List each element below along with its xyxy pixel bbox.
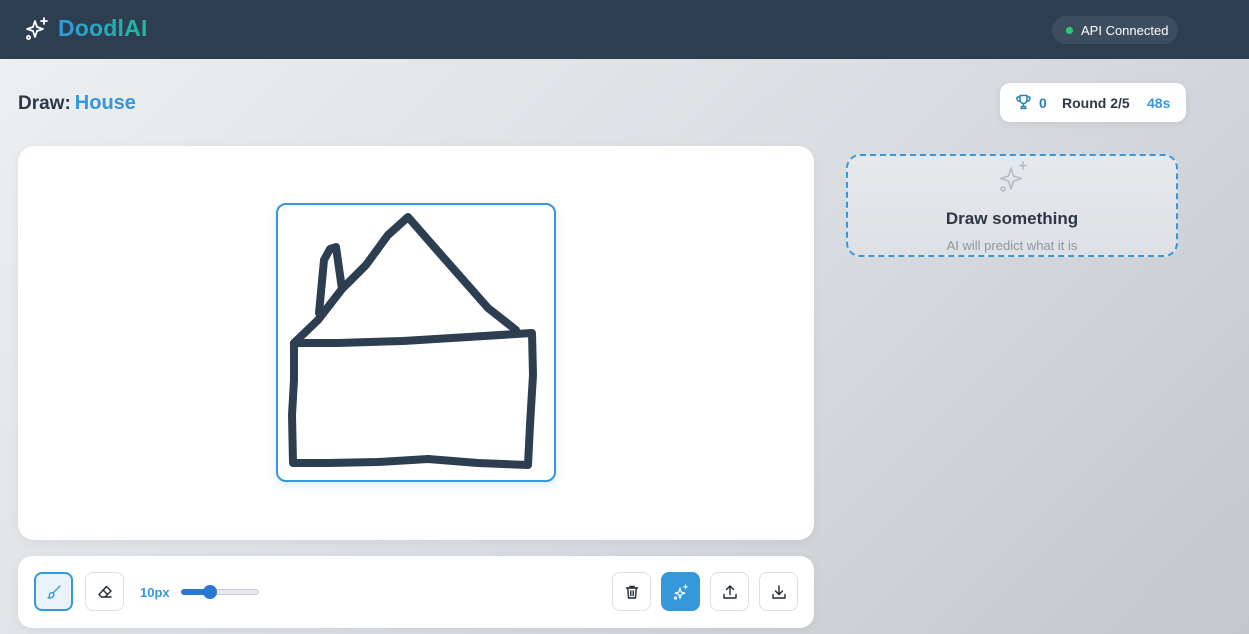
slider-thumb[interactable] [203, 585, 218, 599]
trophy-icon [1016, 94, 1031, 110]
download-button[interactable] [759, 572, 798, 611]
sparkles-icon [24, 16, 50, 42]
eraser-tool-button[interactable] [85, 572, 124, 611]
brush-icon [46, 584, 61, 599]
brush-size-slider[interactable] [181, 585, 259, 599]
api-status-label: API Connected [1081, 22, 1169, 38]
prediction-subtitle: AI will predict what it is [946, 238, 1078, 253]
brand[interactable]: DoodlAI [24, 15, 148, 42]
prediction-panel: Draw something AI will predict what it i… [846, 154, 1178, 257]
trash-icon [625, 585, 638, 599]
api-status-badge: API Connected [1052, 16, 1178, 44]
clear-button[interactable] [612, 572, 651, 611]
score-value: 0 [1039, 95, 1047, 111]
round-indicator: Round 2/5 [1062, 95, 1130, 111]
drawing-toolbar: 10px [18, 556, 814, 628]
status-dot-icon [1066, 26, 1073, 34]
brush-size-label: 10px [140, 585, 170, 600]
page-title: Draw: House [18, 92, 136, 115]
predict-button[interactable] [661, 572, 700, 611]
brush-tool-button[interactable] [34, 572, 73, 611]
app-name: DoodlAI [58, 15, 148, 41]
prediction-title: Draw something [945, 209, 1079, 228]
sparkles-icon [997, 160, 1031, 194]
upload-button[interactable] [710, 572, 749, 611]
draw-prefix: Draw: [18, 93, 71, 114]
canvas-card [18, 146, 814, 540]
upload-icon [722, 584, 737, 599]
drawing-strokes [288, 213, 537, 469]
download-icon [771, 584, 786, 599]
target-word: House [74, 92, 136, 114]
top-bar: DoodlAI API Connected [0, 0, 1249, 59]
game-stats: 0 Round 2/5 48s [1000, 83, 1186, 122]
timer: 48s [1147, 95, 1171, 111]
sparkles-icon [673, 583, 688, 600]
eraser-icon [97, 585, 112, 598]
drawing-canvas[interactable] [276, 203, 556, 482]
